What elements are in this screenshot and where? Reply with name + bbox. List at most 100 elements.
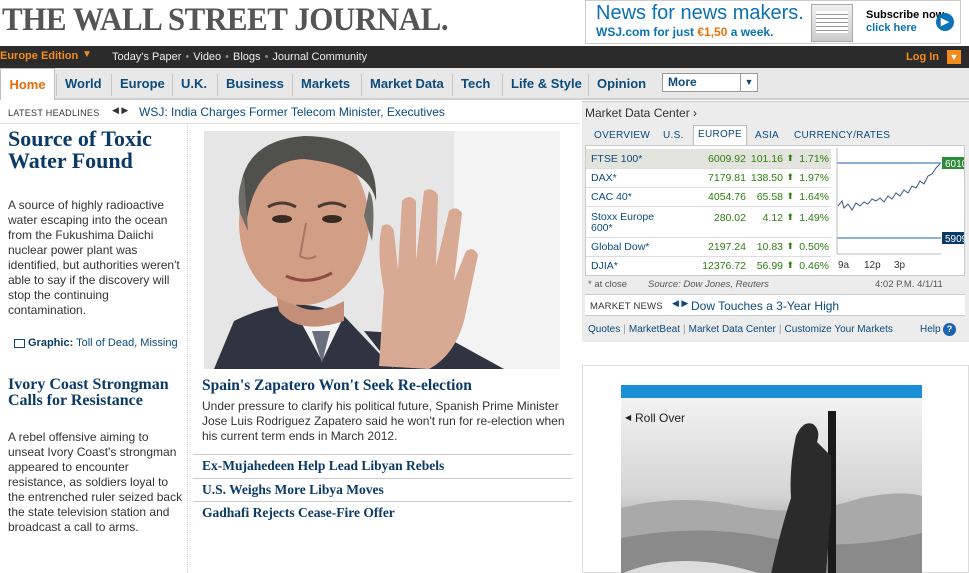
market-tab-currency-rates[interactable]: CURRENCY/RATES (794, 130, 890, 141)
tab-life-style[interactable]: Life & Style (502, 74, 590, 96)
tab-opinion[interactable]: Opinion (588, 74, 654, 96)
market-tab-overview[interactable]: OVERVIEW (594, 130, 650, 141)
tab-europe[interactable]: Europe (111, 74, 173, 96)
quote-row-ftse[interactable]: FTSE 100* 6009.92 101.16 ⬆ 1.71% (586, 149, 831, 169)
quote-name: Stoxx Europe 600* (591, 211, 655, 234)
prev-next-arrows-icon[interactable]: ◀ ▶ (672, 298, 688, 309)
marketbeat-link[interactable]: MarketBeat (629, 324, 680, 335)
customize-markets-link[interactable]: Customize Your Markets (784, 324, 892, 335)
related-story-1[interactable]: Ex-Mujahedeen Help Lead Libyan Rebels (193, 454, 572, 478)
tab-business[interactable]: Business (217, 74, 292, 96)
related-story-title[interactable]: U.S. Weighs More Libya Moves (202, 482, 384, 497)
quote-row-djia[interactable]: DJIA* 12376.72 56.99 ⬆ 0.46% (586, 257, 831, 276)
blogs-link[interactable]: Blogs (233, 51, 261, 63)
market-data-center-link[interactable]: Market Data Center (689, 324, 776, 335)
lead-story-photo[interactable] (204, 131, 560, 369)
left-column: Source of Toxic Water Found A source of … (0, 124, 188, 573)
up-arrow-icon: ⬆ (786, 212, 794, 222)
up-arrow-icon: ⬆ (786, 172, 794, 182)
chevron-down-icon[interactable]: ▼ (82, 49, 92, 60)
ad-cta[interactable]: Subscribe now click here (866, 9, 944, 35)
separator: • (185, 51, 190, 63)
up-arrow-icon: ⬆ (786, 260, 794, 270)
todays-paper-link[interactable]: Today's Paper (112, 51, 181, 63)
ad-cta-line1: Subscribe now (866, 9, 945, 21)
quote-change: 138.50 (750, 172, 783, 184)
related-story-title[interactable]: Ex-Mujahedeen Help Lead Libyan Rebels (202, 458, 444, 473)
quote-percent: 0.46% (799, 260, 829, 272)
tab-tech[interactable]: Tech (452, 74, 498, 96)
related-story-3[interactable]: Gadhafi Rejects Cease-Fire Offer (193, 501, 572, 525)
footnote-at-close: * at close (588, 279, 628, 290)
market-data-center: Market Data Center › OVERVIEW U.S. EUROP… (582, 101, 969, 342)
quote-percent: 1.71% (799, 153, 829, 165)
login-link[interactable]: Log In (906, 51, 939, 63)
ftse-intraday-chart[interactable]: 6010 5909 9a 12p 3p (834, 146, 964, 275)
up-arrow-icon: ⬆ (786, 241, 794, 251)
journal-community-link[interactable]: Journal Community (272, 51, 367, 63)
more-label: More (668, 75, 697, 89)
market-tab-us[interactable]: U.S. (663, 130, 684, 141)
chart-high-label: 6010 (945, 159, 964, 170)
graphic-link[interactable]: Graphic: Toll of Dead, Missing (14, 337, 184, 350)
market-news-headline[interactable]: Dow Touches a 3-Year High (691, 299, 839, 313)
subscription-ad-banner[interactable]: News for news makers. WSJ.com for just €… (585, 0, 961, 44)
story-toxic-water-title[interactable]: Source of Toxic Water Found (8, 128, 183, 172)
tab-uk[interactable]: U.K. (172, 74, 215, 96)
quote-row-cac40[interactable]: CAC 40* 4054.76 65.58 ⬆ 1.64% (586, 188, 831, 207)
lead-story-title[interactable]: Spain's Zapatero Won't Seek Re-election (202, 377, 572, 395)
quote-name: FTSE 100* (591, 153, 643, 165)
quote-change: 65.58 (756, 191, 783, 203)
quote-percent: 0.50% (799, 241, 829, 253)
tab-world[interactable]: World (56, 74, 110, 96)
quote-change: 101.16 (750, 153, 783, 165)
latest-headline-link[interactable]: WSJ: India Charges Former Telecom Minist… (139, 105, 445, 119)
prev-next-arrows-icon[interactable]: ◀ ▶ (112, 105, 128, 116)
quote-change: 4.12 (762, 212, 783, 224)
quote-row-stoxx600[interactable]: Stoxx Europe 600* 280.02 4.12 ⬆ 1.49% (586, 207, 831, 238)
quote-value: 12376.72 (702, 260, 746, 272)
story-ivory-coast-title[interactable]: Ivory Coast Strongman Calls for Resistan… (8, 377, 186, 409)
quotes-link[interactable]: Quotes (588, 324, 620, 335)
market-tab-europe[interactable]: EUROPE (693, 125, 747, 145)
quote-percent: 1.64% (799, 191, 829, 203)
more-dropdown[interactable]: More ▼ (662, 73, 758, 92)
graphic-label: Graphic: (28, 337, 74, 349)
help-link[interactable]: Help (920, 324, 941, 335)
ad-sub-prefix: WSJ.com for just (596, 25, 698, 39)
quote-percent: 1.97% (799, 172, 829, 184)
market-data-center-title[interactable]: Market Data Center › (585, 106, 697, 120)
market-tab-asia[interactable]: ASIA (755, 130, 779, 141)
up-arrow-icon: ⬆ (786, 191, 794, 201)
help-icon[interactable]: ? (943, 323, 956, 336)
edition-selector[interactable]: Europe Edition (0, 50, 78, 62)
arrow-right-icon[interactable]: ▶ (936, 13, 954, 31)
roll-over-label: Roll Over (635, 411, 686, 425)
ad-top-bar (621, 385, 922, 398)
display-ad[interactable]: ◀ Roll Over (582, 365, 969, 573)
data-timestamp: 4:02 P.M. 4/1/11 (875, 279, 943, 290)
main-nav: Home World Europe U.K. Business Markets … (0, 68, 969, 100)
zapatero-photo-illustration (204, 131, 560, 369)
quote-name: DJIA* (591, 260, 618, 272)
wsj-logo[interactable]: THE WALL STREET JOURNAL. (2, 2, 449, 39)
chevron-down-icon[interactable]: ▼ (740, 74, 757, 91)
market-quotes-panel: FTSE 100* 6009.92 101.16 ⬆ 1.71% DAX* 71… (585, 145, 965, 276)
separator: | (623, 324, 626, 335)
top-bar: Europe Edition ▼ Today's Paper • Video • Blo… (0, 46, 969, 68)
quote-row-dax[interactable]: DAX* 7179.81 138.50 ⬆ 1.97% (586, 169, 831, 188)
tab-home[interactable]: Home (0, 68, 55, 100)
related-story-title[interactable]: Gadhafi Rejects Cease-Fire Offer (202, 505, 395, 520)
separator: | (778, 324, 782, 335)
quote-value: 4054.76 (708, 191, 746, 203)
quote-percent: 1.49% (799, 212, 829, 224)
top-links: Today's Paper • Video • Blogs • Journal Commun… (112, 51, 367, 63)
tab-markets[interactable]: Markets (292, 74, 358, 96)
quote-row-global-dow[interactable]: Global Dow* 2197.24 10.83 ⬆ 0.50% (586, 238, 831, 257)
tab-market-data[interactable]: Market Data (361, 74, 452, 96)
related-story-2[interactable]: U.S. Weighs More Libya Moves (193, 478, 572, 502)
login-arrow-icon[interactable]: ▼ (947, 50, 961, 64)
quote-change: 10.83 (756, 241, 783, 253)
market-links: Quotes | MarketBeat | Market Data Center | Cus… (588, 324, 893, 335)
video-link[interactable]: Video (193, 51, 221, 63)
